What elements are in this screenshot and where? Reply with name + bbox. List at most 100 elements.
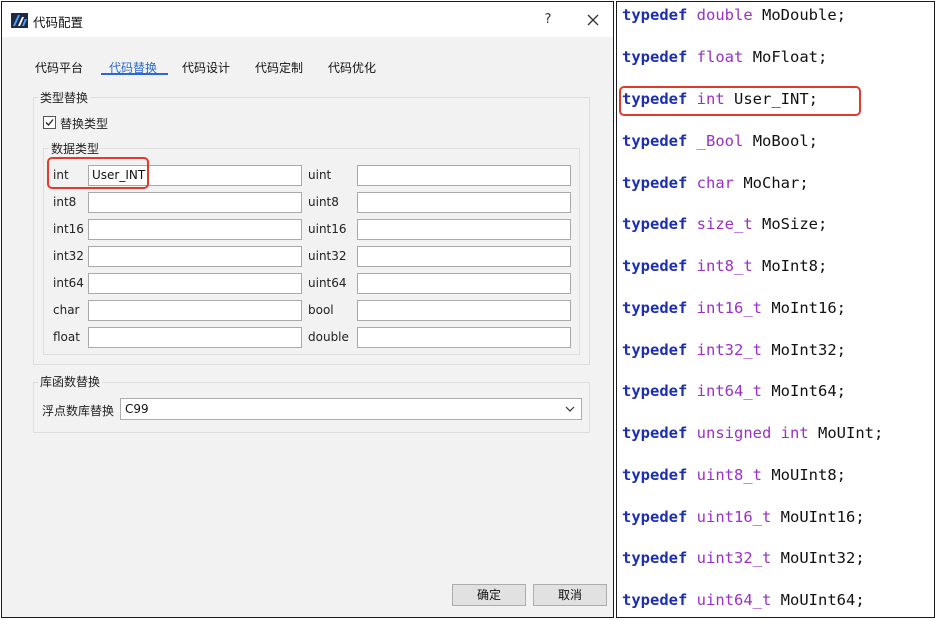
code-keyword: typedef	[622, 382, 688, 400]
code-type: uint8_t	[696, 466, 762, 484]
type-input-uint[interactable]	[357, 165, 571, 186]
dialog-title: 代码配置	[33, 15, 84, 30]
code-keyword: typedef	[622, 424, 688, 442]
code-keyword: typedef	[622, 508, 688, 526]
type-label-float: float	[53, 330, 80, 344]
code-type: unsigned int	[696, 424, 809, 442]
title-bar: 代码配置 ?	[2, 2, 613, 37]
close-icon[interactable]	[583, 10, 603, 30]
checkmark-icon	[45, 119, 54, 126]
type-label-uint8: uint8	[308, 195, 339, 209]
code-keyword: typedef	[622, 299, 688, 317]
code-keyword: typedef	[622, 132, 688, 150]
code-name: MoFloat;	[752, 48, 828, 66]
type-input-int8[interactable]	[88, 192, 302, 213]
type-label-int8: int8	[53, 195, 77, 209]
tab-code-optimize[interactable]: 代码优化	[328, 59, 376, 76]
tab-code-platform[interactable]: 代码平台	[35, 59, 83, 76]
code-line: typedef int64_t MoInt64;	[622, 382, 846, 400]
code-name: MoDouble;	[762, 6, 847, 24]
type-input-char[interactable]	[88, 300, 302, 321]
replace-type-label: 替换类型	[60, 117, 109, 131]
code-name: MoInt8;	[762, 257, 828, 275]
code-line: typedef uint32_t MoUInt32;	[622, 549, 865, 567]
tab-code-design[interactable]: 代码设计	[182, 59, 230, 76]
type-input-double[interactable]	[357, 327, 571, 348]
replace-type-checkbox[interactable]	[43, 116, 56, 129]
code-type: int16_t	[696, 299, 762, 317]
type-label-char: char	[53, 303, 80, 317]
type-label-uint32: uint32	[308, 249, 347, 263]
code-name: MoUInt64;	[780, 591, 865, 609]
code-keyword: typedef	[622, 90, 688, 108]
code-line: typedef size_t MoSize;	[622, 215, 827, 233]
data-types-title: 数据类型	[49, 140, 102, 157]
code-type: size_t	[696, 215, 753, 233]
type-input-float[interactable]	[88, 327, 302, 348]
code-name: MoUInt8;	[771, 466, 846, 484]
app-logo-icon	[11, 13, 28, 28]
type-input-bool[interactable]	[357, 300, 571, 321]
type-label-int: int	[53, 168, 69, 182]
active-tab-indicator	[101, 73, 168, 75]
type-label-uint16: uint16	[308, 222, 347, 236]
type-label-int32: int32	[53, 249, 84, 263]
code-line: typedef uint64_t MoUInt64;	[622, 591, 865, 609]
type-label-int64: int64	[53, 276, 84, 290]
type-input-int32[interactable]	[88, 246, 302, 267]
chevron-down-icon	[565, 406, 575, 412]
code-type: int32_t	[696, 341, 762, 359]
code-line: typedef int User_INT;	[622, 90, 818, 108]
code-keyword: typedef	[622, 215, 688, 233]
code-line: typedef uint8_t MoUInt8;	[622, 466, 846, 484]
code-name: User_INT;	[734, 90, 819, 108]
tab-code-custom[interactable]: 代码定制	[255, 59, 303, 76]
type-label-double: double	[308, 330, 349, 344]
type-input-int16[interactable]	[88, 219, 302, 240]
code-type: uint64_t	[696, 591, 772, 609]
code-keyword: typedef	[622, 174, 688, 192]
code-name: MoBool;	[752, 132, 819, 150]
type-input-uint8[interactable]	[357, 192, 571, 213]
code-keyword: typedef	[622, 466, 688, 484]
code-config-dialog: 代码配置 ? 代码平台 代码替换 代码设计 代码定制 代码优化 类型替换 替换类…	[1, 1, 614, 618]
code-name: MoChar;	[743, 174, 809, 192]
code-keyword: typedef	[622, 257, 688, 275]
code-line: typedef int32_t MoInt32;	[622, 341, 846, 359]
float-lib-selected: C99	[125, 402, 149, 416]
code-line: typedef int8_t MoInt8;	[622, 257, 827, 275]
type-input-uint32[interactable]	[357, 246, 571, 267]
float-lib-select[interactable]: C99	[120, 398, 582, 420]
code-keyword: typedef	[622, 6, 688, 24]
code-type: int64_t	[696, 382, 762, 400]
code-type: _Bool	[696, 132, 744, 150]
code-name: MoUInt32;	[780, 549, 865, 567]
code-keyword: typedef	[622, 48, 688, 66]
type-label-bool: bool	[308, 303, 334, 317]
type-input-uint16[interactable]	[357, 219, 571, 240]
type-label-int16: int16	[53, 222, 84, 236]
type-input-uint64[interactable]	[357, 273, 571, 294]
code-name: MoInt32;	[771, 341, 846, 359]
ok-button[interactable]: 确定	[452, 584, 526, 606]
code-type: float	[696, 48, 744, 66]
code-type: uint32_t	[696, 549, 772, 567]
type-input-int[interactable]: User_INT	[88, 165, 302, 186]
help-button[interactable]: ?	[538, 10, 558, 30]
code-type: int	[696, 90, 725, 108]
code-keyword: typedef	[622, 549, 688, 567]
code-line: typedef float MoFloat;	[622, 48, 827, 66]
code-panel: typedef double MoDouble; typedef float M…	[616, 1, 935, 618]
cancel-button[interactable]: 取消	[533, 584, 607, 606]
code-line: typedef _Bool MoBool;	[622, 132, 818, 150]
code-name: MoInt16;	[771, 299, 846, 317]
code-line: typedef int16_t MoInt16;	[622, 299, 846, 317]
type-input-int64[interactable]	[88, 273, 302, 294]
code-name: MoUInt16;	[780, 508, 865, 526]
code-keyword: typedef	[622, 341, 688, 359]
type-label-uint: uint	[308, 168, 332, 182]
code-line: typedef char MoChar;	[622, 174, 809, 192]
code-keyword: typedef	[622, 591, 688, 609]
type-replace-title: 类型替换	[38, 89, 91, 106]
code-type: double	[696, 6, 753, 24]
